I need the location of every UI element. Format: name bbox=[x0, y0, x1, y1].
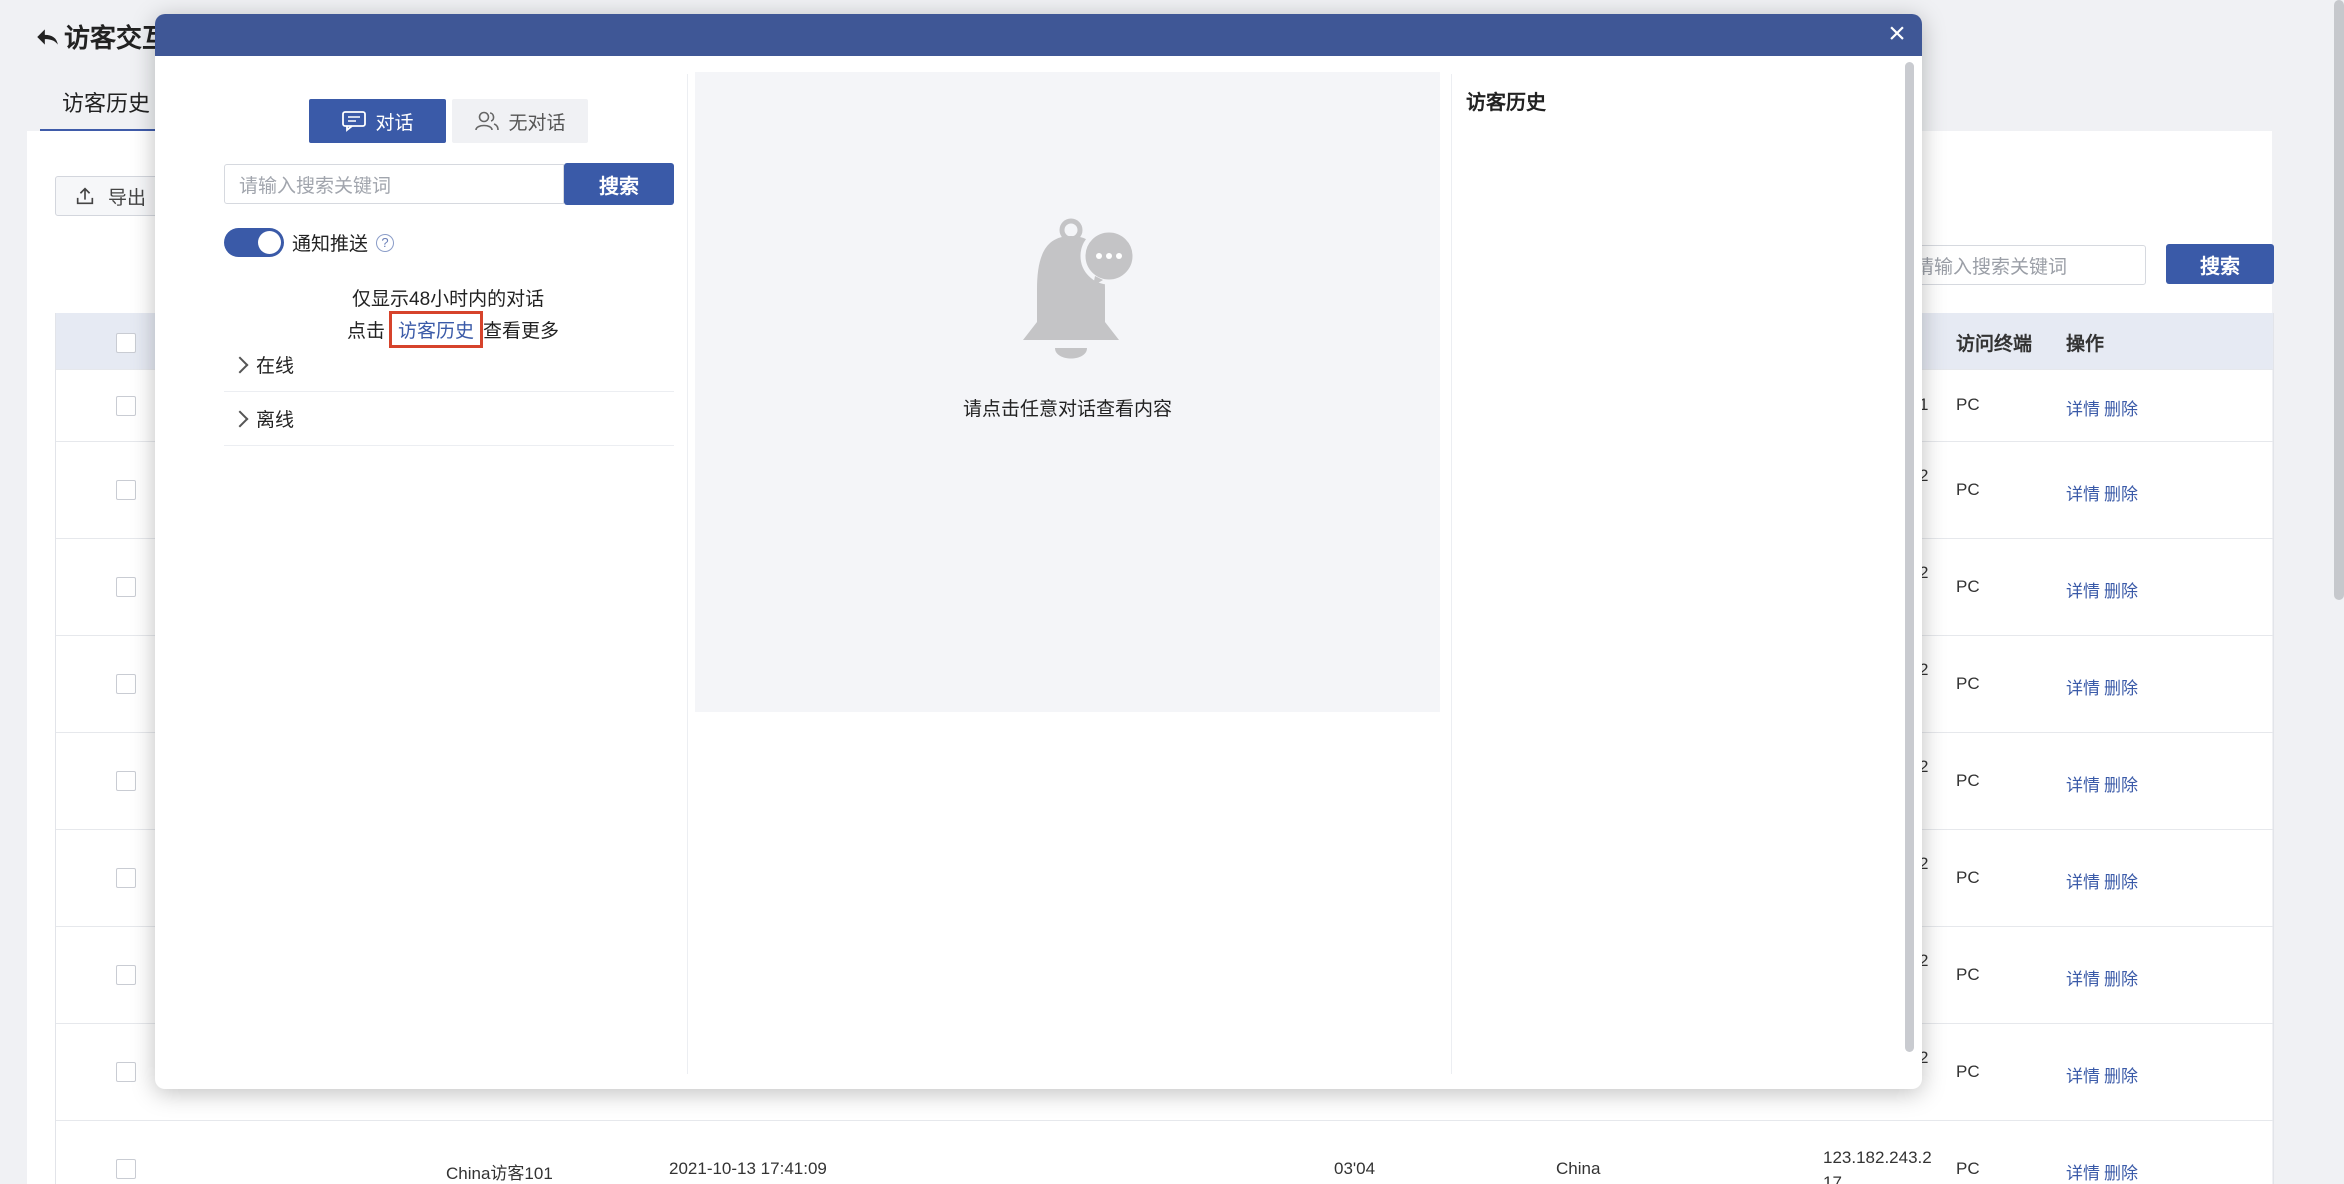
tab-no-conversation[interactable]: 无对话 bbox=[452, 99, 588, 143]
users-icon bbox=[475, 111, 500, 131]
modal-scrollbar[interactable] bbox=[1905, 62, 1914, 1052]
bg-search-input[interactable]: 请输入搜索关键词 bbox=[1900, 245, 2146, 285]
delete-link[interactable]: 删除 bbox=[2104, 771, 2138, 796]
detail-link[interactable]: 详情 bbox=[2066, 1159, 2100, 1184]
detail-link[interactable]: 详情 bbox=[2066, 674, 2100, 699]
delete-link[interactable]: 删除 bbox=[2104, 577, 2138, 602]
bg-search-button[interactable]: 搜索 bbox=[2166, 244, 2274, 284]
row-checkbox[interactable] bbox=[116, 577, 136, 597]
column-divider bbox=[687, 74, 688, 1074]
terminal-cell: PC bbox=[1956, 674, 1980, 693]
tab-conversation-label: 对话 bbox=[375, 112, 414, 134]
chat-bubble-icon bbox=[342, 111, 367, 132]
page-scrollbar[interactable] bbox=[2334, 0, 2344, 600]
notification-row: 通知推送 ? bbox=[224, 228, 395, 257]
duration-cell: 03'04 bbox=[1334, 1159, 1376, 1178]
chat-modal: × 对话 无对话 请输入搜索关键词 搜索 通知推送 ? 仅显示48小时内的对话 … bbox=[155, 14, 1922, 1089]
terminal-cell: PC bbox=[1956, 1062, 1980, 1081]
page-title: 访客交互 bbox=[34, 18, 168, 55]
group-online[interactable]: 在线 bbox=[224, 338, 674, 392]
chevron-right-icon bbox=[231, 356, 249, 373]
terminal-cell: PC bbox=[1956, 868, 1980, 887]
help-icon[interactable]: ? bbox=[376, 233, 395, 252]
terminal-cell: PC bbox=[1956, 480, 1980, 499]
row-checkbox[interactable] bbox=[116, 771, 136, 791]
ip-cell-wrap: 17 bbox=[1823, 1173, 1842, 1184]
delete-link[interactable]: 删除 bbox=[2104, 1062, 2138, 1087]
delete-link[interactable]: 删除 bbox=[2104, 395, 2138, 420]
page-title-text: 访客交互 bbox=[64, 23, 169, 53]
search-input[interactable]: 请输入搜索关键词 bbox=[224, 164, 564, 204]
terminal-cell: PC bbox=[1956, 577, 1980, 596]
toggle-knob bbox=[258, 231, 281, 254]
table-row: China访客101 2021-10-13 17:41:09 03'04 Chi… bbox=[56, 1120, 2273, 1184]
terminal-cell: PC bbox=[1956, 965, 1980, 984]
empty-state-text: 请点击任意对话查看内容 bbox=[962, 399, 1172, 420]
bell-icon bbox=[1023, 218, 1138, 359]
ip-cell: 123.182.243.2 bbox=[1823, 1148, 1932, 1167]
header-terminal: 访问终端 bbox=[1956, 334, 2033, 355]
detail-link[interactable]: 详情 bbox=[2066, 771, 2100, 796]
row-checkbox[interactable] bbox=[116, 1159, 136, 1179]
modal-header: × bbox=[155, 14, 1922, 56]
delete-link[interactable]: 删除 bbox=[2104, 480, 2138, 505]
terminal-cell: PC bbox=[1956, 771, 1980, 790]
notification-label: 通知推送 bbox=[292, 234, 369, 255]
row-checkbox[interactable] bbox=[116, 674, 136, 694]
detail-link[interactable]: 详情 bbox=[2066, 868, 2100, 893]
detail-link[interactable]: 详情 bbox=[2066, 1062, 2100, 1087]
tab-visitor-history[interactable]: 访客历史 bbox=[40, 88, 173, 132]
chevron-right-icon bbox=[231, 410, 249, 427]
group-offline[interactable]: 离线 bbox=[224, 392, 674, 446]
group-online-label: 在线 bbox=[256, 356, 295, 377]
row-checkbox[interactable] bbox=[116, 480, 136, 500]
close-icon[interactable]: × bbox=[1882, 19, 1912, 50]
delete-link[interactable]: 删除 bbox=[2104, 965, 2138, 990]
delete-link[interactable]: 删除 bbox=[2104, 674, 2138, 699]
notification-toggle[interactable] bbox=[224, 228, 284, 257]
row-checkbox[interactable] bbox=[116, 868, 136, 888]
detail-link[interactable]: 详情 bbox=[2066, 965, 2100, 990]
tab-no-conversation-label: 无对话 bbox=[508, 112, 566, 134]
search-button[interactable]: 搜索 bbox=[564, 163, 674, 205]
column-divider bbox=[1451, 74, 1452, 1074]
terminal-cell: PC bbox=[1956, 395, 1980, 414]
export-label: 导出 bbox=[108, 187, 147, 209]
terminal-cell: PC bbox=[1956, 1159, 1980, 1178]
delete-link[interactable]: 删除 bbox=[2104, 1159, 2138, 1184]
select-all-checkbox[interactable] bbox=[116, 333, 136, 353]
conversation-empty-state: 请点击任意对话查看内容 bbox=[695, 72, 1440, 712]
row-checkbox[interactable] bbox=[116, 1062, 136, 1082]
conversation-search: 请输入搜索关键词 搜索 bbox=[224, 163, 674, 205]
conversation-tabs: 对话 无对话 bbox=[309, 99, 588, 143]
group-offline-label: 离线 bbox=[256, 410, 295, 431]
tab-conversation[interactable]: 对话 bbox=[309, 99, 446, 143]
detail-link[interactable]: 详情 bbox=[2066, 480, 2100, 505]
conversation-list-panel: 对话 无对话 请输入搜索关键词 搜索 通知推送 ? 仅显示48小时内的对话 点击… bbox=[155, 56, 688, 1089]
detail-link[interactable]: 详情 bbox=[2066, 395, 2100, 420]
header-action: 操作 bbox=[2066, 334, 2105, 355]
region-cell: China bbox=[1556, 1159, 1601, 1178]
visitor-history-title: 访客历史 bbox=[1466, 92, 1546, 114]
row-checkbox[interactable] bbox=[116, 965, 136, 985]
back-arrow-icon[interactable] bbox=[34, 24, 60, 50]
visitor-name-cell: China访客101 bbox=[446, 1164, 553, 1183]
time-cell: 2021-10-13 17:41:09 bbox=[669, 1159, 827, 1178]
upload-icon bbox=[76, 187, 94, 205]
detail-link[interactable]: 详情 bbox=[2066, 577, 2100, 602]
delete-link[interactable]: 删除 bbox=[2104, 868, 2138, 893]
row-checkbox[interactable] bbox=[116, 396, 136, 416]
hint-48h: 仅显示48小时内的对话 bbox=[352, 289, 545, 310]
